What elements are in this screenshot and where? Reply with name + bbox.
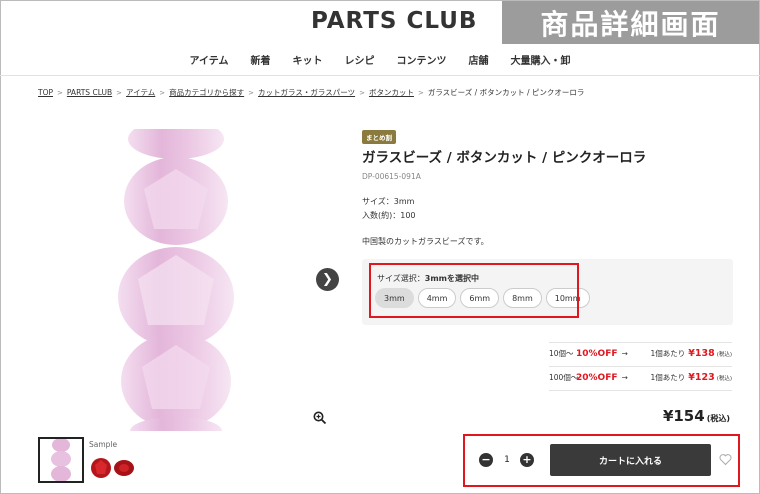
nav-item-store[interactable]: 店舗 [458, 50, 500, 74]
sample-label: Sample [89, 440, 118, 449]
breadcrumb-link-parts-club[interactable]: PARTS CLUB [67, 88, 112, 97]
tier-divider [549, 390, 732, 391]
site-header: PARTS CLUB 商品詳細画面 [0, 0, 760, 45]
breadcrumb: TOP > PARTS CLUB > アイテム > 商品カテゴリから探す > カ… [38, 87, 584, 98]
bulk-discount-badge: まとめ割 [362, 130, 396, 144]
product-sku: DP-00615-091A [362, 172, 421, 181]
price-tier-row: 100個〜 20%OFF → 1個あたり ¥123 (税込) [549, 366, 732, 388]
global-nav: アイテム 新着 キット レシピ コンテンツ 店舗 大量購入・卸 [0, 50, 760, 74]
breadcrumb-separator: > [57, 88, 63, 97]
product-count: 入数(約)：100 [362, 211, 416, 220]
product-size: サイズ：3mm [362, 197, 415, 206]
tier-per-unit-label: 1個あたり [650, 373, 686, 382]
product-main-image[interactable] [38, 129, 330, 431]
nav-divider [0, 75, 760, 76]
nav-item-new[interactable]: 新着 [240, 50, 282, 74]
tier-discount: 10%OFF [576, 348, 618, 359]
heart-icon[interactable] [719, 453, 732, 466]
plus-icon[interactable]: + [520, 453, 534, 467]
thumbnail-main[interactable] [38, 437, 84, 483]
tier-tax-note: (税込) [716, 351, 732, 358]
tier-qty: 100個〜 [549, 373, 579, 382]
breadcrumb-separator: > [116, 88, 123, 97]
chevron-right-icon[interactable]: ❯ [316, 268, 339, 291]
nav-item-wholesale[interactable]: 大量購入・卸 [500, 50, 582, 74]
arrow-right-icon: → [621, 373, 628, 382]
price-tier-row: 10個〜 10%OFF → 1個あたり ¥138 (税込) [549, 342, 732, 364]
nav-item-kit[interactable]: キット [282, 50, 334, 74]
price-tax-note: (税込) [706, 414, 730, 423]
tier-price: ¥138 [688, 348, 715, 359]
breadcrumb-link-category[interactable]: 商品カテゴリから探す [169, 87, 244, 98]
breadcrumb-separator: > [417, 88, 424, 97]
breadcrumb-current: ガラスビーズ / ボタンカット / ピンクオーロラ [427, 88, 585, 97]
breadcrumb-link-cut-glass[interactable]: カットガラス・ガラスパーツ [258, 87, 355, 98]
tier-discount: 20%OFF [576, 372, 618, 383]
product-description: 中国製のカットガラスビーズです。 [362, 237, 489, 246]
tier-tax-note: (税込) [716, 375, 732, 382]
price-amount: ¥154 [662, 407, 705, 425]
breadcrumb-separator: > [248, 88, 255, 97]
minus-icon[interactable]: − [479, 453, 493, 467]
breadcrumb-link-items[interactable]: アイテム [126, 87, 155, 98]
add-to-cart-button[interactable]: カートに入れる [550, 444, 711, 476]
screen-title-label: 商品詳細画面 [502, 1, 759, 44]
product-price: ¥154 (税込) [663, 407, 730, 425]
tier-qty: 10個〜 [549, 349, 574, 358]
breadcrumb-separator: > [359, 88, 365, 97]
nav-item-contents[interactable]: コンテンツ [386, 50, 458, 74]
nav-item-items[interactable]: アイテム [179, 50, 240, 74]
quantity-value[interactable]: 1 [497, 455, 517, 465]
arrow-right-icon: → [621, 349, 628, 358]
tier-per-unit-label: 1個あたり [650, 349, 686, 358]
zoom-in-icon[interactable] [313, 411, 327, 425]
tier-price: ¥123 [688, 372, 715, 383]
product-title: ガラスビーズ / ボタンカット / ピンクオーロラ [362, 150, 647, 166]
nav-item-recipe[interactable]: レシピ [334, 50, 386, 74]
thumbnail-sample[interactable] [89, 456, 137, 480]
breadcrumb-separator: > [159, 88, 166, 97]
highlight-box-variant [369, 263, 579, 318]
site-logo[interactable]: PARTS CLUB [311, 8, 477, 34]
breadcrumb-link-button-cut[interactable]: ボタンカット [369, 87, 414, 98]
breadcrumb-link-top[interactable]: TOP [38, 88, 53, 97]
